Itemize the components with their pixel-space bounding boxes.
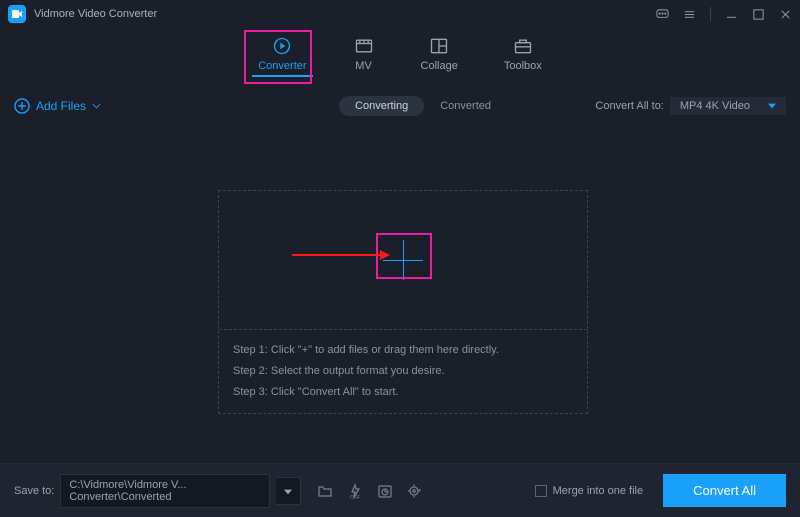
- merge-checkbox[interactable]: Merge into one file: [535, 485, 644, 497]
- maximize-button[interactable]: [752, 8, 765, 21]
- dropzone[interactable]: Step 1: Click "+" to add files or drag t…: [218, 190, 588, 414]
- output-format-dropdown[interactable]: MP4 4K Video: [670, 97, 786, 115]
- divider: [710, 7, 711, 21]
- save-path-dropdown[interactable]: [276, 477, 301, 505]
- task-schedule-icon[interactable]: [377, 483, 393, 499]
- add-files-button[interactable]: Add Files: [14, 98, 101, 114]
- dropzone-top: [219, 191, 587, 330]
- tab-toolbox[interactable]: Toolbox: [504, 34, 542, 84]
- merge-label: Merge into one file: [553, 485, 644, 497]
- step-1: Step 1: Click "+" to add files or drag t…: [233, 340, 573, 361]
- tab-converter[interactable]: Converter: [258, 34, 306, 72]
- comment-icon[interactable]: [656, 8, 669, 21]
- selected-format: MP4 4K Video: [680, 100, 750, 112]
- main-area: Step 1: Click "+" to add files or drag t…: [0, 120, 800, 434]
- open-folder-icon[interactable]: [317, 483, 333, 499]
- step-3: Step 3: Click "Convert All" to start.: [233, 382, 573, 403]
- save-path-input[interactable]: C:\Vidmore\Vidmore V... Converter\Conver…: [60, 474, 270, 508]
- hardware-accel-icon[interactable]: OFF: [347, 483, 363, 499]
- svg-text:OFF: OFF: [350, 495, 360, 499]
- annotation-arrow-icon: [292, 248, 392, 266]
- convert-all-button[interactable]: Convert All: [663, 474, 786, 507]
- bottom-bar: Save to: C:\Vidmore\Vidmore V... Convert…: [0, 463, 800, 517]
- main-tabs: Converter MV Collage Toolbox: [0, 34, 800, 84]
- converting-converted-segment: Converting Converted: [339, 96, 507, 116]
- save-to-label: Save to:: [14, 485, 54, 497]
- tab-mv[interactable]: MV: [353, 34, 375, 84]
- settings-icon[interactable]: [407, 483, 423, 499]
- tab-label: Collage: [421, 60, 458, 72]
- tab-collage[interactable]: Collage: [421, 34, 458, 84]
- tab-label: Toolbox: [504, 60, 542, 72]
- minimize-button[interactable]: [725, 8, 738, 21]
- segment-converted[interactable]: Converted: [424, 96, 507, 116]
- convert-all-to-label: Convert All to:: [595, 100, 663, 112]
- tab-label: MV: [355, 60, 372, 72]
- step-2: Step 2: Select the output format you des…: [233, 361, 573, 382]
- segment-converting[interactable]: Converting: [339, 96, 424, 116]
- add-files-label: Add Files: [36, 99, 86, 113]
- checkbox-icon: [535, 485, 547, 497]
- toolbar: Add Files Converting Converted Convert A…: [0, 92, 800, 120]
- app-logo-icon: [8, 5, 26, 23]
- app-title: Vidmore Video Converter: [34, 8, 157, 20]
- titlebar: Vidmore Video Converter: [0, 0, 800, 28]
- tab-label: Converter: [258, 60, 306, 72]
- menu-icon[interactable]: [683, 8, 696, 21]
- close-button[interactable]: [779, 8, 792, 21]
- dropzone-steps: Step 1: Click "+" to add files or drag t…: [219, 330, 587, 413]
